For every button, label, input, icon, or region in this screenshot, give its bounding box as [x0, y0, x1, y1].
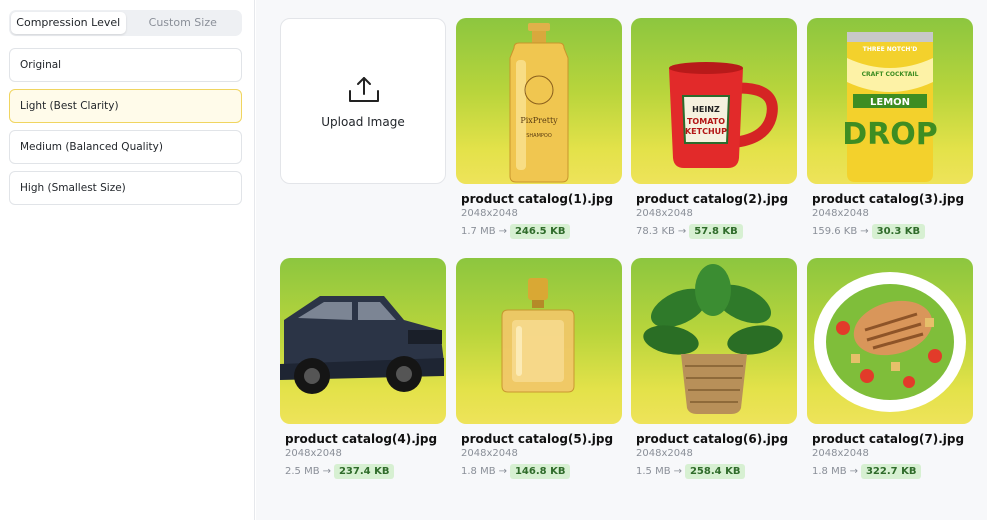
compressed-size-badge: 146.8 KB [509, 464, 571, 479]
thumbnail-potted-plant[interactable] [631, 258, 797, 424]
upload-icon [349, 77, 379, 102]
upload-image-label: Upload Image [321, 115, 405, 129]
arrow-icon: → [677, 226, 687, 237]
arrow-icon: → [498, 466, 507, 477]
size-comparison: 1.7 MB → 246.5 KB [456, 224, 622, 239]
image-filename: product catalog(6).jpg [636, 432, 789, 446]
original-size: 159.6 KB [812, 226, 858, 237]
original-size: 78.3 KB [636, 226, 675, 237]
compressed-size-badge: 258.4 KB [684, 464, 746, 479]
image-filename: product catalog(7).jpg [812, 432, 965, 446]
can-drop-text: DROP [842, 117, 938, 152]
ketchup-line2-text: KETCHUP [685, 127, 727, 136]
ketchup-brand-text: HEINZ [692, 105, 720, 114]
image-filename: product catalog(2).jpg [636, 192, 789, 206]
original-size: 1.7 MB [461, 226, 496, 237]
mode-segmented-control: Compression Level Custom Size [9, 10, 242, 36]
image-filename: product catalog(3).jpg [812, 192, 965, 206]
can-brand-text: THREE NOTCH'D [863, 46, 917, 53]
thumbnail-ketchup-mug[interactable]: HEINZ TOMATO KETCHUP [631, 18, 797, 184]
image-dimensions: 2048x2048 [461, 448, 518, 459]
image-card: PixPretty SHAMPOO product catalog(1).jpg… [456, 18, 622, 239]
upload-image-button[interactable]: Upload Image [280, 18, 446, 184]
arrow-icon: → [322, 466, 331, 477]
image-card: product catalog(4).jpg 2048x2048 2.5 MB … [280, 258, 446, 479]
image-grid-area: Upload Image PixPretty SHAMPOO product c… [256, 0, 987, 520]
image-dimensions: 2048x2048 [636, 208, 693, 219]
image-dimensions: 2048x2048 [636, 448, 693, 459]
size-comparison: 1.8 MB → 146.8 KB [456, 464, 622, 479]
compressed-size-badge: 237.4 KB [333, 464, 395, 479]
can-subtitle-text: CRAFT COCKTAIL [862, 71, 919, 78]
original-size: 2.5 MB [285, 466, 320, 477]
original-size: 1.8 MB [461, 466, 496, 477]
image-filename: product catalog(5).jpg [461, 432, 614, 446]
image-card: HEINZ TOMATO KETCHUP product catalog(2).… [631, 18, 797, 239]
image-dimensions: 2048x2048 [812, 208, 869, 219]
sidebar: Compression Level Custom Size Original L… [0, 0, 255, 520]
image-card: product catalog(6).jpg 2048x2048 1.5 MB … [631, 258, 797, 479]
thumbnail-lemon-drop-can[interactable]: THREE NOTCH'D CRAFT COCKTAIL LEMON DROP [807, 18, 973, 184]
image-dimensions: 2048x2048 [461, 208, 518, 219]
image-dimensions: 2048x2048 [812, 448, 869, 459]
tab-custom-size[interactable]: Custom Size [126, 12, 241, 34]
compressed-size-badge: 57.8 KB [689, 224, 743, 239]
image-filename: product catalog(1).jpg [461, 192, 614, 206]
arrow-icon: → [860, 226, 869, 237]
shampoo-brand-text: PixPretty [520, 116, 558, 125]
level-option-original[interactable]: Original [9, 48, 242, 82]
arrow-icon: → [673, 466, 682, 477]
level-option-high[interactable]: High (Smallest Size) [9, 171, 242, 205]
thumbnail-shampoo-bottle[interactable]: PixPretty SHAMPOO [456, 18, 622, 184]
image-card: product catalog(5).jpg 2048x2048 1.8 MB … [456, 258, 622, 479]
thumbnail-suv[interactable] [280, 258, 446, 424]
size-comparison: 1.5 MB → 258.4 KB [631, 464, 797, 479]
size-comparison: 159.6 KB → 30.3 KB [807, 224, 973, 239]
compressed-size-badge: 30.3 KB [871, 224, 926, 239]
arrow-icon: → [849, 466, 858, 477]
tab-compression-level[interactable]: Compression Level [11, 12, 126, 34]
original-size: 1.5 MB [636, 466, 671, 477]
thumbnail-chicken-salad[interactable] [807, 258, 973, 424]
compressed-size-badge: 246.5 KB [509, 224, 571, 239]
thumbnail-perfume-bottle[interactable] [456, 258, 622, 424]
original-size: 1.8 MB [812, 466, 847, 477]
size-comparison: 78.3 KB → 57.8 KB [631, 224, 797, 239]
level-option-medium[interactable]: Medium (Balanced Quality) [9, 130, 242, 164]
ketchup-line1-text: TOMATO [687, 117, 725, 126]
image-filename: product catalog(4).jpg [285, 432, 438, 446]
compressed-size-badge: 322.7 KB [860, 464, 922, 479]
level-option-light[interactable]: Light (Best Clarity) [9, 89, 242, 123]
size-comparison: 1.8 MB → 322.7 KB [807, 464, 973, 479]
image-card: THREE NOTCH'D CRAFT COCKTAIL LEMON DROP … [807, 18, 973, 239]
can-lemon-text: LEMON [870, 97, 910, 108]
shampoo-label-text: SHAMPOO [526, 133, 552, 139]
arrow-icon: → [498, 226, 507, 237]
size-comparison: 2.5 MB → 237.4 KB [280, 464, 446, 479]
image-card: product catalog(7).jpg 2048x2048 1.8 MB … [807, 258, 973, 479]
image-dimensions: 2048x2048 [285, 448, 342, 459]
